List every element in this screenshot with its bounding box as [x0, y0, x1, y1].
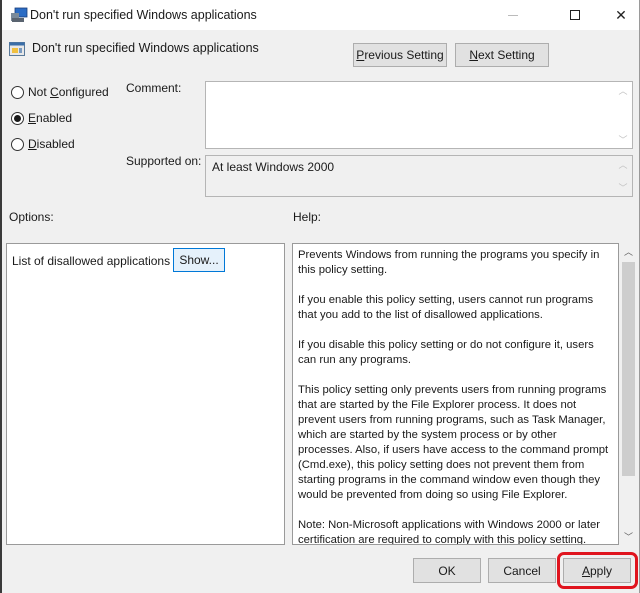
policy-editor-window: Don't run specified Windows applications…: [0, 0, 640, 593]
scroll-thumb[interactable]: [622, 262, 635, 476]
radio-button[interactable]: [11, 111, 24, 125]
radio-not-configured[interactable]: Not Configured: [11, 85, 109, 99]
comment-label: Comment:: [126, 81, 182, 95]
minimize-button[interactable]: [490, 0, 536, 30]
comment-textarea[interactable]: ︿ ﹀: [205, 81, 633, 149]
cancel-button[interactable]: Cancel: [488, 558, 556, 583]
radio-disabled[interactable]: Disabled: [11, 137, 75, 151]
apply-button[interactable]: Apply: [563, 558, 631, 583]
show-button[interactable]: Show...: [173, 248, 225, 272]
maximize-icon: [570, 10, 580, 20]
accel-key: N: [469, 48, 478, 62]
policy-title: Don't run specified Windows applications: [32, 41, 259, 55]
options-panel: List of disallowed applications Show...: [6, 243, 285, 545]
btn-text: ext Setting: [477, 48, 535, 62]
chevron-up-icon: ︿: [618, 86, 628, 96]
help-text-panel: Prevents Windows from running the progra…: [292, 243, 619, 545]
supported-on-label: Supported on:: [126, 154, 202, 168]
comment-scrollbar[interactable]: ︿ ﹀: [616, 84, 630, 146]
scroll-up-icon[interactable]: ︿: [620, 243, 637, 260]
ok-button[interactable]: OK: [413, 558, 481, 583]
maximize-button[interactable]: [552, 0, 598, 30]
supported-on-value: At least Windows 2000: [212, 160, 335, 174]
accel-key: A: [581, 563, 590, 578]
window-title: Don't run specified Windows applications: [30, 8, 257, 22]
help-paragraph: If you disable this policy setting or do…: [298, 339, 594, 366]
btn-text: revious Setting: [364, 48, 444, 62]
chevron-down-icon: ﹀: [618, 135, 628, 145]
supported-on-field: At least Windows 2000 ︿ ﹀: [205, 155, 633, 197]
radio-label: Not Configured: [28, 85, 109, 99]
accel-key: P: [356, 48, 365, 62]
previous-setting-button[interactable]: Previous Setting: [353, 43, 447, 67]
chevron-down-icon: ﹀: [618, 183, 628, 193]
chevron-up-icon: ︿: [618, 160, 628, 170]
policy-setting-icon: [9, 42, 25, 56]
minimize-icon: [508, 14, 518, 16]
group-policy-app-icon: [11, 7, 28, 22]
disallowed-apps-label: List of disallowed applications: [12, 254, 171, 268]
radio-label: Disabled: [28, 137, 75, 151]
radio-button[interactable]: [11, 85, 24, 99]
title-bar: Don't run specified Windows applications…: [2, 0, 639, 30]
radio-enabled[interactable]: Enabled: [11, 111, 72, 125]
close-icon: ✕: [615, 6, 627, 23]
help-label: Help:: [293, 210, 322, 224]
help-paragraph: If you enable this policy setting, users…: [298, 294, 594, 321]
scroll-down-icon[interactable]: ﹀: [620, 528, 637, 545]
close-button[interactable]: ✕: [598, 0, 640, 30]
btn-text: pply: [590, 563, 613, 578]
help-paragraph: This policy setting only prevents users …: [298, 384, 609, 501]
radio-label: Enabled: [28, 111, 73, 125]
radio-button[interactable]: [11, 137, 24, 151]
help-scrollbar[interactable]: ︿ ﹀: [620, 243, 637, 545]
help-paragraph: Note: Non-Microsoft applications with Wi…: [298, 519, 601, 545]
supported-scrollbar: ︿ ﹀: [616, 158, 630, 194]
options-label: Options:: [9, 210, 54, 224]
help-paragraph: Prevents Windows from running the progra…: [298, 249, 600, 276]
next-setting-button[interactable]: Next Setting: [455, 43, 549, 67]
